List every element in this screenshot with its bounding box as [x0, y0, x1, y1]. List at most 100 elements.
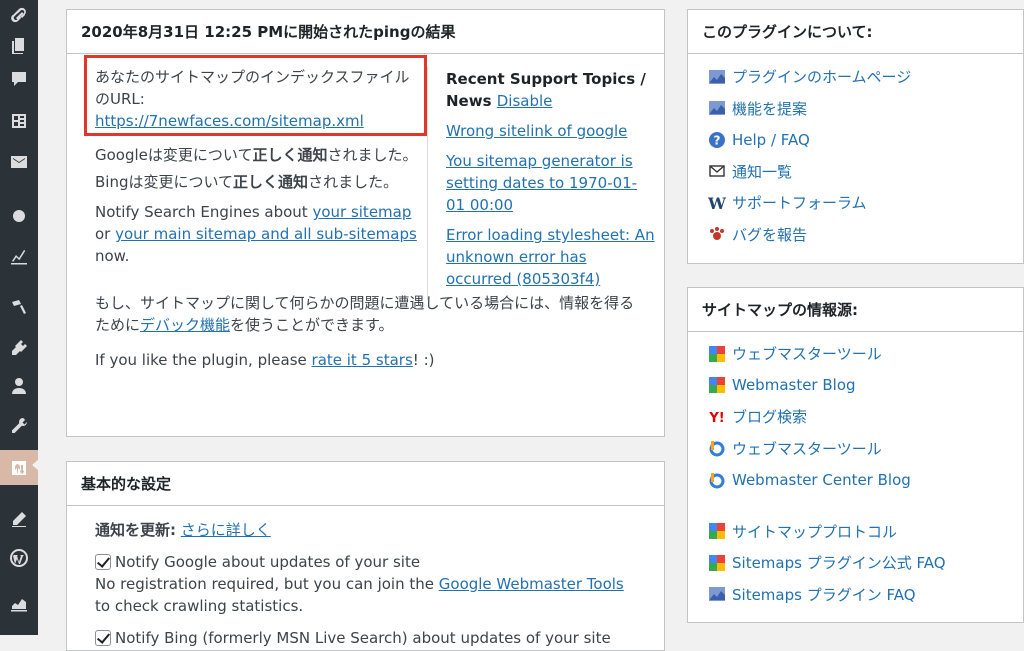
yahoo-icon: Y!	[708, 408, 726, 426]
comments-icon[interactable]	[0, 64, 38, 94]
about-links: プラグインのホームページ 機能を提案 ? Help / FAQ 通知一覧 W サ…	[708, 61, 1018, 250]
google-icon	[708, 376, 726, 394]
debug-text: もし、サイトマップに関して何らかの問題に遭遇している場合には、情報を得るためにデ…	[95, 294, 635, 334]
list-item: バグを報告	[708, 219, 1018, 251]
ping-result-title: 2020年8月31日 12:25 PMに開始されたpingの結果	[67, 10, 664, 54]
support-topic-link[interactable]: Error loading stylesheet: An unknown err…	[446, 226, 655, 288]
list-item: Sitemaps プラグイン FAQ	[708, 579, 1018, 611]
list-item: Y! ブログ検索	[708, 401, 1018, 433]
source-link[interactable]: Webmaster Blog	[732, 376, 856, 394]
list-item: プラグインのホームページ	[708, 61, 1018, 93]
circle-icon[interactable]	[0, 201, 38, 231]
basic-settings-title: 基本的な設定	[67, 462, 664, 506]
google-status: Googleは変更について正しく通知されました。	[95, 146, 418, 164]
google-icon	[708, 345, 726, 363]
svg-text:?: ?	[714, 133, 721, 147]
list-spacer	[708, 496, 1018, 516]
sitemap-sources-box: サイトマップの情報源: ウェブマスターツール Webmaster Blog Y!…	[687, 287, 1024, 623]
list-item: W サポートフォーラム	[708, 187, 1018, 219]
about-plugin-title: このプラグインについて:	[688, 10, 1023, 54]
bug-icon	[708, 225, 726, 243]
sitemap-chart-icon	[708, 585, 726, 603]
list-item: 通知一覧	[708, 156, 1018, 188]
bing-icon	[708, 439, 726, 457]
sitemap-chart-icon	[708, 68, 726, 86]
rate-link[interactable]: rate it 5 stars	[312, 351, 413, 369]
source-link[interactable]: Sitemaps プラグイン FAQ	[732, 584, 916, 605]
wordpress-icon[interactable]	[0, 543, 38, 573]
list-item: サイトマッププロトコル	[708, 516, 1018, 548]
support-topic-link[interactable]: You sitemap generator is setting dates t…	[446, 152, 637, 214]
google-icon	[708, 522, 726, 540]
notify-bing-label: Notify Bing (formerly MSN Live Search) a…	[115, 629, 611, 647]
support-heading: Recent Support Topics / News Disable	[446, 70, 646, 110]
plugins-icon[interactable]	[0, 333, 38, 363]
analytics-icon[interactable]	[0, 241, 38, 271]
list-item: ウェブマスターツール	[708, 433, 1018, 465]
column-divider	[427, 67, 428, 300]
mail-icon	[708, 162, 726, 180]
ping-result-box: 2020年8月31日 12:25 PMに開始されたpingの結果 あなたのサイト…	[66, 9, 665, 437]
google-option-row: Notify Google about updates of your site	[95, 551, 655, 573]
about-plugin-box: このプラグインについて: プラグインのホームページ 機能を提案 ? Help /…	[687, 9, 1024, 264]
debug-link[interactable]: デバック機能	[140, 316, 230, 334]
notify-status-block: Googleは変更について正しく通知されました。 Bingは変更について正しく通…	[95, 144, 420, 267]
wordpress-w-icon: W	[708, 194, 726, 212]
support-topic-link[interactable]: Wrong sitelink of google	[446, 122, 627, 140]
mail-icon[interactable]	[0, 147, 38, 177]
notify-engines-text: Notify Search Engines about your sitemap…	[95, 203, 417, 265]
rate-text: If you like the plugin, please rate it 5…	[95, 351, 435, 369]
about-link[interactable]: プラグインのホームページ	[732, 66, 911, 87]
source-link[interactable]: ウェブマスターツール	[732, 438, 882, 459]
source-link[interactable]: Sitemaps プラグイン公式 FAQ	[732, 552, 946, 573]
notify-google-label: Notify Google about updates of your site	[115, 553, 421, 571]
source-link[interactable]: ウェブマスターツール	[732, 343, 882, 364]
appearance-icon[interactable]	[0, 292, 38, 322]
disable-link[interactable]: Disable	[497, 92, 553, 110]
about-link[interactable]: バグを報告	[732, 224, 807, 245]
about-link[interactable]: 通知一覧	[732, 161, 792, 182]
update-notify-row: 通知を更新: さらに詳しく	[95, 519, 655, 541]
update-label: 通知を更新:	[95, 521, 176, 539]
list-item: Webmaster Center Blog	[708, 464, 1018, 496]
google-option-desc: No registration required, but you can jo…	[95, 575, 624, 615]
admin-sidebar	[0, 0, 39, 635]
sitemap-settings-icon[interactable]	[0, 450, 39, 485]
pages-icon[interactable]	[0, 30, 38, 60]
sitemap-chart-icon	[708, 99, 726, 117]
bing-option-row: Notify Bing (formerly MSN Live Search) a…	[95, 627, 655, 649]
debug-info-block: もし、サイトマップに関して何らかの問題に遭遇している場合には、情報を得るためにデ…	[95, 292, 640, 371]
list-item: ウェブマスターツール	[708, 338, 1018, 370]
source-link[interactable]: Webmaster Center Blog	[732, 471, 911, 489]
index-url-block: あなたのサイトマップのインデックスファイルのURL: https://7newf…	[95, 66, 420, 132]
learn-more-link[interactable]: さらに詳しく	[181, 521, 271, 539]
all-sitemaps-link[interactable]: your main sitemap and all sub-sitemaps	[115, 225, 417, 243]
tools-icon[interactable]	[0, 411, 38, 441]
support-topics: Recent Support Topics / News Disable Wro…	[446, 68, 656, 290]
edit-icon[interactable]	[0, 504, 38, 534]
google-webmaster-tools-link[interactable]: Google Webmaster Tools	[439, 575, 624, 593]
list-item: ? Help / FAQ	[708, 124, 1018, 156]
users-icon[interactable]	[0, 371, 38, 401]
source-link[interactable]: サイトマッププロトコル	[732, 521, 897, 542]
your-sitemap-link[interactable]: your sitemap	[312, 203, 411, 221]
sources-links: ウェブマスターツール Webmaster Blog Y! ブログ検索 ウェブマス…	[708, 338, 1018, 610]
chart-icon[interactable]	[0, 588, 38, 618]
settings-content: 通知を更新: さらに詳しく Notify Google about update…	[95, 519, 655, 649]
notify-bing-checkbox[interactable]	[95, 630, 111, 646]
basic-settings-box: 基本的な設定 通知を更新: さらに詳しく Notify Google about…	[66, 461, 665, 651]
about-link[interactable]: サポートフォーラム	[732, 192, 867, 213]
help-icon: ?	[708, 131, 726, 149]
about-link[interactable]: Help / FAQ	[732, 131, 810, 149]
svg-text:Y!: Y!	[708, 411, 724, 426]
sitemap-sources-title: サイトマップの情報源:	[688, 288, 1023, 332]
link-icon[interactable]	[0, 0, 38, 30]
notify-google-checkbox[interactable]	[95, 554, 111, 570]
index-url-link[interactable]: https://7newfaces.com/sitemap.xml	[95, 112, 364, 130]
list-item: 機能を提案	[708, 93, 1018, 125]
forms-icon[interactable]	[0, 106, 38, 136]
about-link[interactable]: 機能を提案	[732, 98, 807, 119]
svg-text:W: W	[708, 194, 726, 212]
source-link[interactable]: ブログ検索	[732, 406, 807, 427]
bing-icon	[708, 471, 726, 489]
